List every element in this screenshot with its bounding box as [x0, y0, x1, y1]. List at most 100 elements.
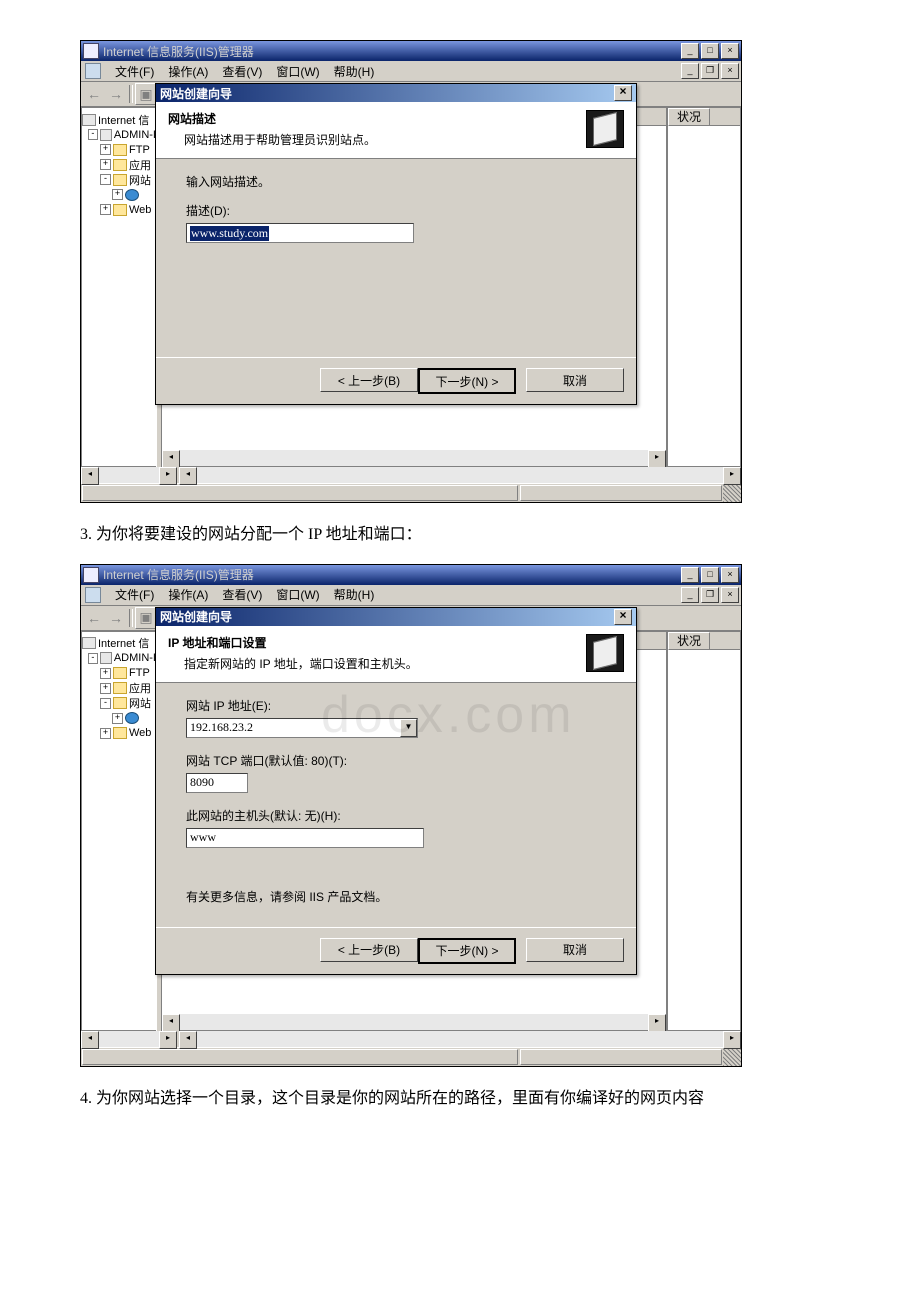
expand-icon[interactable]: +: [100, 728, 111, 739]
collapse-icon[interactable]: -: [88, 653, 98, 664]
chevron-down-icon[interactable]: ▼: [400, 719, 417, 737]
tree-ftp[interactable]: FTP: [129, 144, 150, 156]
tree-scroll-right[interactable]: ▸: [159, 467, 177, 485]
column-header-status[interactable]: 状况: [668, 108, 710, 126]
mdi-close-button[interactable]: ×: [721, 587, 739, 603]
wizard-dialog: 网站创建向导 × 网站描述 网站描述用于帮助管理员识别站点。 输入网站描述。 描…: [155, 83, 637, 405]
list-scroll-right[interactable]: ▸: [723, 1031, 741, 1049]
iis-window-2: docx.com Internet 信息服务(IIS)管理器 _ □ × 文件(…: [80, 564, 742, 1067]
folder-icon: [113, 667, 127, 679]
wizard-close-button[interactable]: ×: [614, 609, 632, 625]
window-title: Internet 信息服务(IIS)管理器: [103, 566, 681, 583]
collapse-icon[interactable]: -: [100, 698, 111, 709]
scroll-right-button[interactable]: ▸: [648, 450, 666, 468]
tree-web[interactable]: Web: [129, 727, 151, 739]
menu-help[interactable]: 帮助(H): [328, 61, 381, 82]
tree-server[interactable]: ADMIN-I: [114, 652, 156, 664]
expand-icon[interactable]: +: [100, 159, 111, 170]
app-icon: [83, 43, 99, 59]
expand-icon[interactable]: +: [100, 683, 111, 694]
ip-value: 192.168.23.2: [187, 720, 400, 735]
tree-scroll-left[interactable]: ◂: [81, 467, 99, 485]
next-button[interactable]: 下一步(N) >: [418, 938, 516, 964]
tree-web[interactable]: Web: [129, 204, 151, 216]
close-button[interactable]: ×: [721, 43, 739, 59]
back-button[interactable]: ←: [83, 83, 105, 105]
description-input[interactable]: www.study.com: [186, 223, 414, 243]
forward-button[interactable]: →: [105, 607, 127, 629]
more-info-label: 有关更多信息，请参阅 IIS 产品文档。: [186, 888, 606, 905]
hostheader-value: www: [190, 830, 216, 845]
wizard-header: IP 地址和端口设置 指定新网站的 IP 地址，端口设置和主机头。: [156, 626, 636, 683]
port-input[interactable]: 8090: [186, 773, 248, 793]
minimize-button[interactable]: _: [681, 567, 699, 583]
collapse-icon[interactable]: -: [100, 174, 111, 185]
mdi-minimize-button[interactable]: _: [681, 587, 699, 603]
globe-icon: [125, 712, 139, 724]
mdi-minimize-button[interactable]: _: [681, 63, 699, 79]
cancel-button[interactable]: 取消: [526, 938, 624, 962]
ip-select[interactable]: 192.168.23.2 ▼: [186, 718, 418, 738]
tree-websites[interactable]: 网站: [129, 172, 151, 188]
maximize-button[interactable]: □: [701, 567, 719, 583]
mdi-restore-button[interactable]: ❐: [701, 63, 719, 79]
wizard-titlebar: 网站创建向导 ×: [156, 84, 636, 102]
expand-icon[interactable]: +: [100, 668, 111, 679]
status-pane: 状况: [667, 631, 741, 1031]
tree-root[interactable]: Internet 信: [98, 112, 149, 128]
expand-icon[interactable]: +: [100, 144, 111, 155]
hostheader-label: 此网站的主机头(默认: 无)(H):: [186, 807, 606, 824]
ip-label: 网站 IP 地址(E):: [186, 697, 606, 714]
list-scroll-right[interactable]: ▸: [723, 467, 741, 485]
menu-view[interactable]: 查看(V): [216, 61, 268, 82]
menu-file[interactable]: 文件(F): [109, 61, 160, 82]
show-tree-button[interactable]: ▣: [135, 83, 157, 105]
column-header-status[interactable]: 状况: [668, 632, 710, 650]
close-button[interactable]: ×: [721, 567, 739, 583]
minimize-button[interactable]: _: [681, 43, 699, 59]
folder-icon: [113, 697, 127, 709]
show-tree-button[interactable]: ▣: [135, 607, 157, 629]
list-scroll-left[interactable]: ◂: [179, 1031, 197, 1049]
tree-scroll-left[interactable]: ◂: [81, 1031, 99, 1049]
scroll-left-button[interactable]: ◂: [162, 450, 180, 468]
wizard-close-button[interactable]: ×: [614, 85, 632, 101]
menu-window[interactable]: 窗口(W): [270, 61, 325, 82]
cancel-button[interactable]: 取消: [526, 368, 624, 392]
scroll-left-button[interactable]: ◂: [162, 1014, 180, 1032]
tree-pane[interactable]: Internet 信 - ADMIN-I + FTP + 应用 - 网站 + + Web: [81, 107, 156, 467]
tree-server[interactable]: ADMIN-I: [114, 129, 156, 141]
back-button[interactable]: < 上一步(B): [320, 938, 418, 962]
tree-pane[interactable]: Internet 信 - ADMIN-I + FTP + 应用 - 网站 + + Web: [81, 631, 156, 1031]
folder-icon: [113, 204, 127, 216]
menu-view[interactable]: 查看(V): [216, 584, 268, 605]
hostheader-input[interactable]: www: [186, 828, 424, 848]
expand-icon[interactable]: +: [100, 204, 111, 215]
back-button[interactable]: < 上一步(B): [320, 368, 418, 392]
mdi-restore-button[interactable]: ❐: [701, 587, 719, 603]
scroll-right-button[interactable]: ▸: [648, 1014, 666, 1032]
tree-root[interactable]: Internet 信: [98, 635, 149, 651]
forward-button[interactable]: →: [105, 83, 127, 105]
expand-icon[interactable]: +: [112, 189, 123, 200]
maximize-button[interactable]: □: [701, 43, 719, 59]
tree-scroll-right[interactable]: ▸: [159, 1031, 177, 1049]
menu-file[interactable]: 文件(F): [109, 584, 160, 605]
menu-help[interactable]: 帮助(H): [328, 584, 381, 605]
folder-icon: [113, 159, 127, 171]
collapse-icon[interactable]: -: [88, 129, 98, 140]
expand-icon[interactable]: +: [112, 713, 123, 724]
back-button[interactable]: ←: [83, 607, 105, 629]
menu-action[interactable]: 操作(A): [162, 584, 214, 605]
tree-apppool[interactable]: 应用: [129, 157, 151, 173]
tree-ftp[interactable]: FTP: [129, 667, 150, 679]
tree-websites[interactable]: 网站: [129, 695, 151, 711]
menu-action[interactable]: 操作(A): [162, 61, 214, 82]
next-button[interactable]: 下一步(N) >: [418, 368, 516, 394]
tree-apppool[interactable]: 应用: [129, 680, 151, 696]
mdi-close-button[interactable]: ×: [721, 63, 739, 79]
list-scroll-left[interactable]: ◂: [179, 467, 197, 485]
menu-window[interactable]: 窗口(W): [270, 584, 325, 605]
caption-4: 4. 为你网站选择一个目录，这个目录是你的网站所在的路径，里面有你编译好的网页内…: [80, 1085, 840, 1114]
folder-icon: [113, 727, 127, 739]
